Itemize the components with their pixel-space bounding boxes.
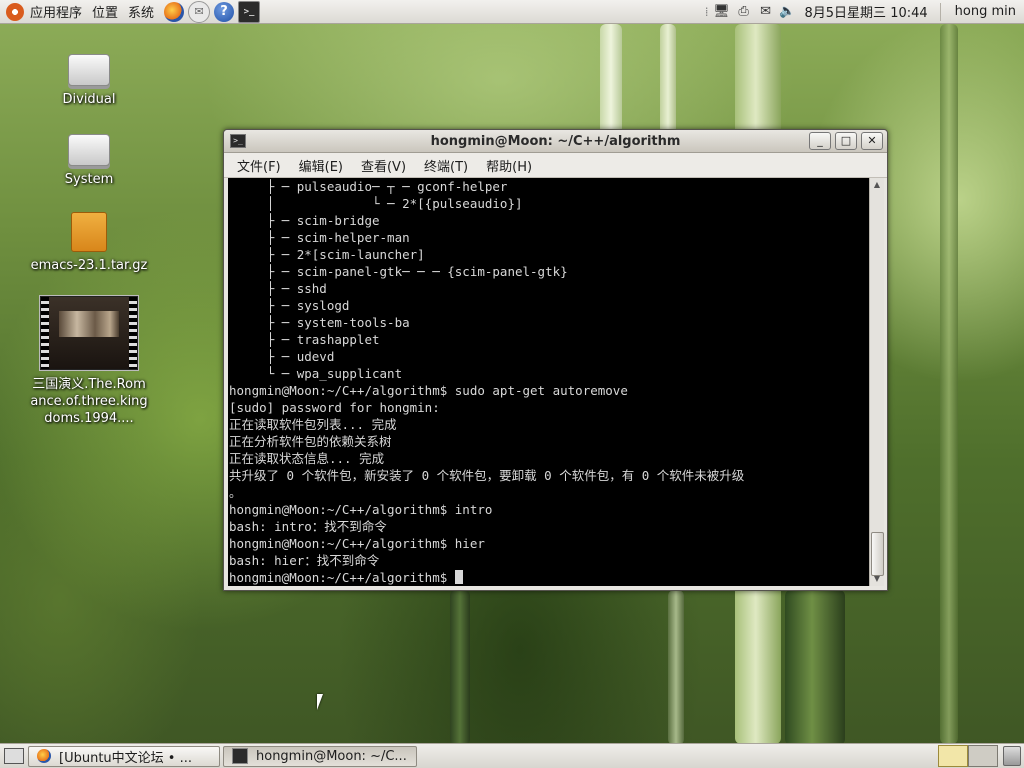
firefox-icon xyxy=(37,749,51,763)
bamboo-trunk xyxy=(668,590,684,745)
top-panel: 应用程序 位置 系统 ✉ ? >_ ⁞ 🖥 ⎙ ✉ 🔈 8月5日星期三 10:4… xyxy=(0,0,1024,24)
terminal-line: ├ ─ syslogd xyxy=(229,298,350,313)
scrollbar-thumb[interactable] xyxy=(871,532,884,576)
close-button[interactable]: ✕ xyxy=(861,132,883,150)
terminal-line: hongmin@Moon:~/C++/algorithm$ intro xyxy=(229,502,493,517)
mail-icon[interactable]: ✉ xyxy=(188,0,211,23)
drive-icon xyxy=(68,134,110,166)
terminal-icon xyxy=(232,748,248,764)
terminal-line: ├ ─ scim-bridge xyxy=(229,213,380,228)
desktop-icon-emacs-archive[interactable]: emacs-23.1.tar.gz xyxy=(24,212,154,273)
clock[interactable]: 8月5日星期三 10:44 xyxy=(799,2,934,21)
terminal-line: ├ ─ scim-helper-man xyxy=(229,230,410,245)
user-switcher[interactable]: hong min xyxy=(947,4,1024,19)
terminal-line: │ └ ─ 2*[{pulseaudio}] xyxy=(229,196,523,211)
show-desktop-icon[interactable] xyxy=(4,748,24,764)
terminal-line: bash: intro：找不到命令 xyxy=(229,519,387,534)
maximize-button[interactable]: □ xyxy=(835,132,857,150)
workspace-2[interactable] xyxy=(968,745,998,767)
firefox-icon[interactable] xyxy=(164,1,185,22)
terminal-line: ├ ─ udevd xyxy=(229,349,335,364)
terminal-line: ├ ─ scim-panel-gtk─ ─ ─ {scim-panel-gtk} xyxy=(229,264,568,279)
ubuntu-logo-icon[interactable] xyxy=(6,2,24,21)
video-thumbnail-icon xyxy=(40,296,138,370)
taskbar-item-terminal[interactable]: hongmin@Moon: ~/C... xyxy=(223,745,417,767)
video-scene xyxy=(59,311,119,337)
terminal-line: [sudo] password for hongmin: xyxy=(229,400,440,415)
printer-icon[interactable]: ⎙ xyxy=(735,4,753,20)
bottom-panel: [Ubuntu中文论坛 • ... hongmin@Moon: ~/C... xyxy=(0,743,1024,768)
minimize-button[interactable]: _ xyxy=(809,132,831,150)
bamboo-trunk xyxy=(450,590,470,745)
archive-icon xyxy=(71,212,107,252)
taskbar-item-label: [Ubuntu中文论坛 • ... xyxy=(59,750,192,766)
bamboo-trunk xyxy=(600,24,622,134)
workspace-switcher[interactable] xyxy=(938,745,998,767)
terminal-line: 正在读取状态信息... 完成 xyxy=(229,451,385,466)
desktop-icon-label: System xyxy=(64,172,114,187)
menu-places[interactable]: 位置 xyxy=(90,2,126,21)
taskbar-item-firefox[interactable]: [Ubuntu中文论坛 • ... xyxy=(28,745,220,767)
bamboo-trunk xyxy=(660,24,676,134)
menu-terminal[interactable]: 终端(T) xyxy=(415,156,477,175)
scroll-up-icon[interactable]: ▲ xyxy=(870,178,884,192)
terminal-menubar: 文件(F) 编辑(E) 查看(V) 终端(T) 帮助(H) xyxy=(224,153,887,178)
desktop-icon-dividual[interactable]: Dividual xyxy=(24,54,154,107)
trash-icon[interactable] xyxy=(1003,746,1021,766)
terminal-icon[interactable]: >_ xyxy=(238,0,261,23)
desktop-icon-system[interactable]: System xyxy=(24,134,154,187)
menu-applications[interactable]: 应用程序 xyxy=(28,2,90,21)
network-icon[interactable]: 🖥 xyxy=(713,4,731,20)
terminal-scrollbar[interactable]: ▲ ▼ xyxy=(869,178,884,586)
window-title: hongmin@Moon: ~/C++/algorithm xyxy=(430,133,681,149)
terminal-line: 正在读取软件包列表... 完成 xyxy=(229,417,397,432)
terminal-prompt: hongmin@Moon:~/C++/algorithm$ xyxy=(229,570,455,585)
scroll-down-icon[interactable]: ▼ xyxy=(870,572,884,586)
terminal-line: ├ ─ 2*[scim-launcher] xyxy=(229,247,425,262)
terminal-line: ├ ─ sshd xyxy=(229,281,327,296)
desktop-icon-video[interactable]: 三国演义.The.Romance.of.three.kingdoms.1994.… xyxy=(24,296,154,427)
terminal-line: 正在分析软件包的依赖关系树 xyxy=(229,434,392,449)
terminal-line: hongmin@Moon:~/C++/algorithm$ hier xyxy=(229,536,485,551)
terminal-text: ├ ─ pulseaudio─ ┬ ─ gconf-helper │ └ ─ 2… xyxy=(228,178,869,586)
window-titlebar[interactable]: >_ hongmin@Moon: ~/C++/algorithm _ □ ✕ xyxy=(224,130,887,153)
terminal-line: ├ ─ trashapplet xyxy=(229,332,380,347)
help-icon[interactable]: ? xyxy=(214,1,235,22)
terminal-line: └ ─ wpa_supplicant xyxy=(229,366,403,381)
menu-file[interactable]: 文件(F) xyxy=(228,156,290,175)
terminal-line: 。 xyxy=(229,485,242,500)
menu-help[interactable]: 帮助(H) xyxy=(477,156,541,175)
terminal-line: ├ ─ pulseaudio─ ┬ ─ gconf-helper xyxy=(229,179,508,194)
menu-system[interactable]: 系统 xyxy=(126,2,162,21)
bamboo-trunk xyxy=(940,24,958,744)
terminal-line: ├ ─ system-tools-ba xyxy=(229,315,410,330)
volume-icon[interactable]: 🔈 xyxy=(779,4,797,20)
terminal-window-icon[interactable]: >_ xyxy=(230,134,246,148)
taskbar-item-label: hongmin@Moon: ~/C... xyxy=(256,748,407,764)
terminal-window[interactable]: >_ hongmin@Moon: ~/C++/algorithm _ □ ✕ 文… xyxy=(223,129,888,591)
mail-notify-icon[interactable]: ✉ xyxy=(757,4,775,20)
panel-separator xyxy=(939,2,941,21)
bamboo-trunk xyxy=(785,590,845,745)
terminal-line: hongmin@Moon:~/C++/algorithm$ sudo apt-g… xyxy=(229,383,628,398)
text-cursor xyxy=(454,570,463,584)
mouse-pointer-icon xyxy=(317,694,323,710)
terminal-line: 共升级了 0 个软件包，新安装了 0 个软件包，要卸载 0 个软件包，有 0 个… xyxy=(229,468,745,483)
workspace-1[interactable] xyxy=(938,745,968,767)
menu-view[interactable]: 查看(V) xyxy=(352,156,415,175)
desktop-icon-label: Dividual xyxy=(62,92,116,107)
desktop-icon-label: 三国演义.The.Romance.of.three.kingdoms.1994.… xyxy=(30,377,148,426)
drive-icon xyxy=(68,54,110,86)
terminal-line: bash: hier：找不到命令 xyxy=(229,553,380,568)
menu-edit[interactable]: 编辑(E) xyxy=(290,156,352,175)
terminal-output[interactable]: ├ ─ pulseaudio─ ┬ ─ gconf-helper │ └ ─ 2… xyxy=(228,178,869,586)
panel-handle: ⁞ xyxy=(704,4,709,19)
desktop-icon-label: emacs-23.1.tar.gz xyxy=(30,258,148,273)
